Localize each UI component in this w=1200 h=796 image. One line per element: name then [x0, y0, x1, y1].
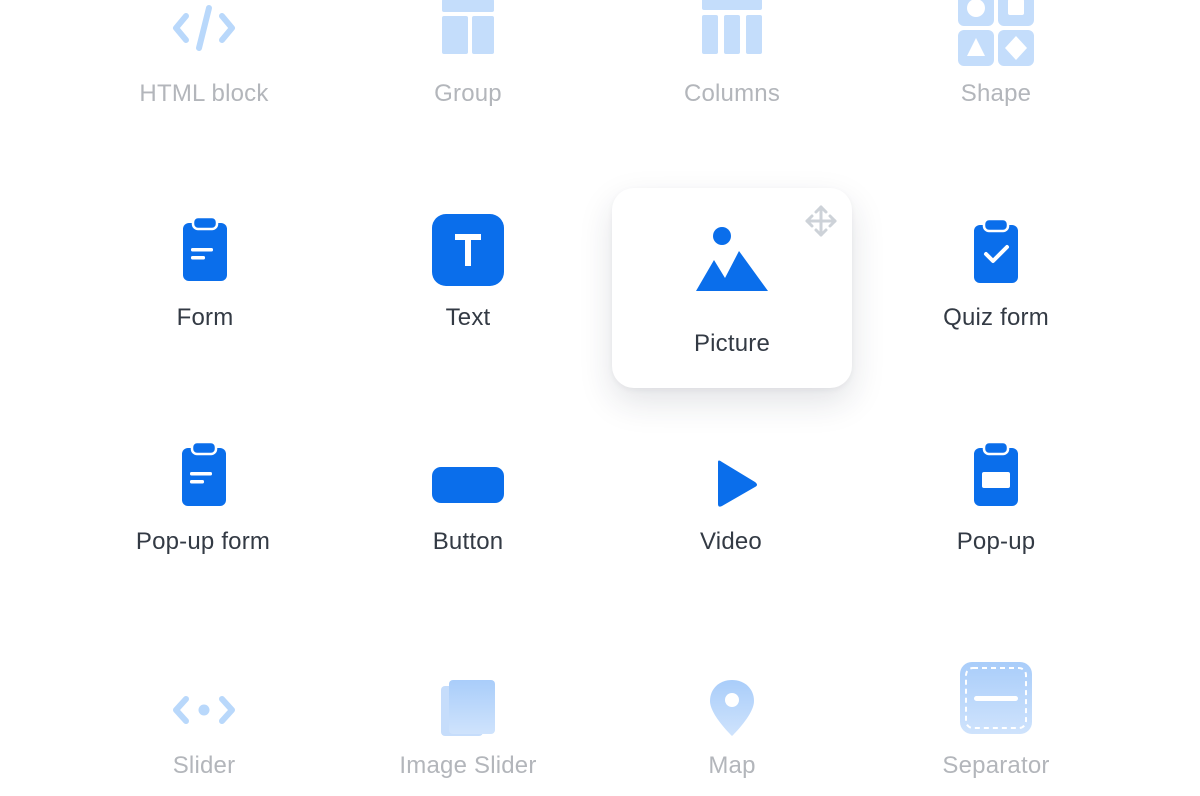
block-map[interactable]: Map	[612, 612, 852, 796]
block-picker-grid: HTML block Group Columns Shape Form Text…	[0, 0, 1200, 796]
block-quiz-form[interactable]: Quiz form	[876, 164, 1116, 364]
move-arrows-icon[interactable]	[804, 204, 838, 238]
block-label: Map	[708, 752, 756, 779]
block-text[interactable]: Text	[348, 164, 588, 364]
group-layout-icon	[442, 0, 494, 54]
block-label: Button	[432, 528, 504, 555]
shapes-icon	[958, 0, 1034, 66]
clipboard-popup-form-icon	[182, 440, 226, 506]
button-icon	[432, 467, 504, 503]
picture-icon	[696, 227, 768, 291]
block-label: Form	[176, 304, 234, 331]
block-label: Quiz form	[943, 304, 1049, 331]
popup-window-icon	[974, 440, 1018, 506]
block-label: Separator	[942, 752, 1050, 779]
columns-icon	[702, 0, 762, 54]
block-form[interactable]: Form	[85, 164, 325, 364]
block-group[interactable]: Group	[348, 0, 588, 140]
slider-arrows-icon	[173, 696, 235, 724]
block-popup[interactable]: Pop-up	[876, 388, 1116, 588]
play-icon	[718, 460, 757, 507]
block-label: Video	[700, 528, 762, 555]
code-icon	[173, 5, 235, 51]
block-label: Shape	[960, 80, 1032, 107]
text-t-icon	[432, 214, 504, 286]
block-label: Image Slider	[399, 752, 537, 779]
image-stack-icon	[441, 680, 495, 736]
block-label: Text	[445, 304, 491, 331]
block-slider[interactable]: Slider	[84, 612, 324, 796]
block-label: Slider	[172, 752, 236, 779]
block-html[interactable]: HTML block	[84, 0, 324, 140]
block-image-slider[interactable]: Image Slider	[348, 612, 588, 796]
clipboard-check-icon	[974, 217, 1018, 283]
block-label: Group	[434, 80, 502, 107]
block-video[interactable]: Video	[611, 388, 851, 588]
block-label: Pop-up form	[135, 528, 271, 555]
separator-icon	[960, 662, 1032, 734]
block-columns[interactable]: Columns	[612, 0, 852, 140]
block-button[interactable]: Button	[348, 388, 588, 588]
block-separator[interactable]: Separator	[876, 612, 1116, 796]
block-picture[interactable]: Picture	[612, 188, 852, 388]
block-popup-form[interactable]: Pop-up form	[83, 388, 323, 588]
block-label: Pop-up	[956, 528, 1036, 555]
block-label: HTML block	[139, 80, 269, 107]
clipboard-form-icon	[183, 215, 227, 281]
block-label: Columns	[683, 80, 781, 107]
block-label: Picture	[693, 330, 771, 357]
block-shape[interactable]: Shape	[876, 0, 1116, 140]
map-pin-icon	[710, 680, 754, 736]
